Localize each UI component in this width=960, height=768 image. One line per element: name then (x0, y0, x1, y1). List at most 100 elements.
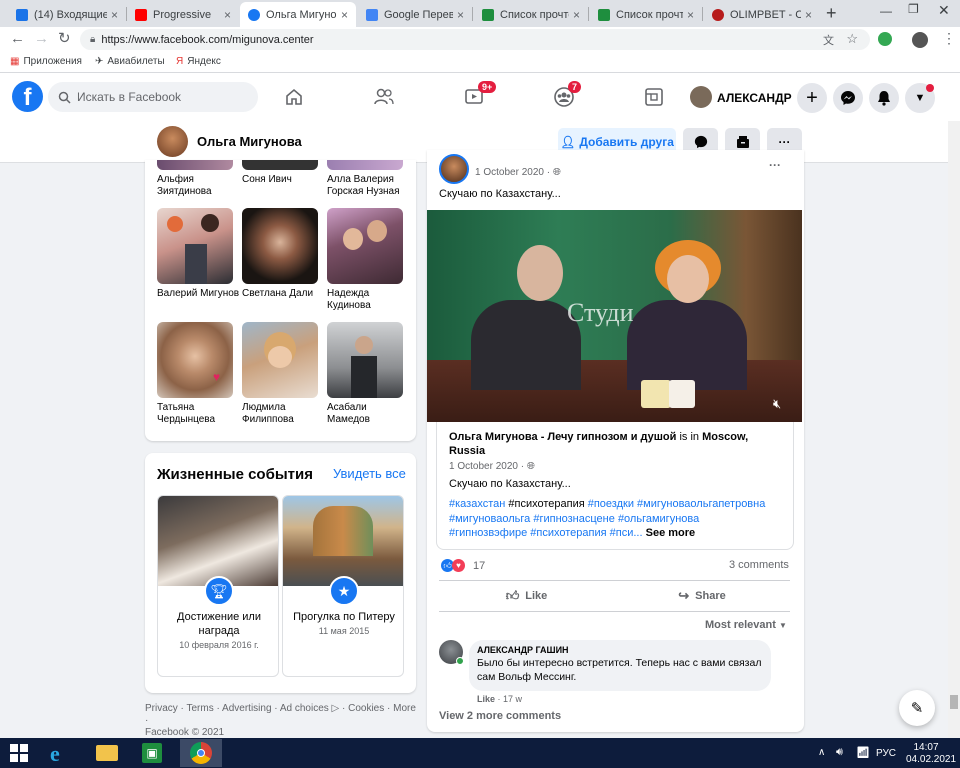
close-icon[interactable]: × (805, 8, 812, 22)
video-caption: Студи (567, 298, 634, 327)
see-more-link[interactable]: See more (646, 527, 696, 539)
shared-post-text: Скучаю по Казахстану... (449, 478, 571, 490)
language-indicator[interactable]: РУС (876, 748, 896, 759)
friend-name[interactable]: Асабали Мамедов (327, 402, 411, 426)
friend-name[interactable]: Соня Ивич (242, 174, 326, 186)
scrollbar-thumb[interactable] (950, 695, 958, 709)
facebook-logo-icon[interactable]: f (12, 81, 43, 112)
friend-photo[interactable] (157, 208, 233, 284)
internet-explorer-icon[interactable]: e (50, 741, 60, 767)
user-name[interactable]: АЛЕКСАНДР (717, 91, 792, 105)
extension-icon[interactable] (878, 32, 892, 46)
url-field[interactable]: 🔒︎ https://www.facebook.com/migunova.cen… (80, 29, 870, 50)
friend-photo[interactable] (327, 160, 403, 170)
comment-author[interactable]: АЛЕКСАНДР ГАШИН (477, 645, 763, 655)
create-button[interactable]: + (797, 83, 827, 113)
browser-tab[interactable]: OLIMPBET - Спо× (704, 2, 820, 27)
profile-avatar[interactable] (912, 32, 928, 48)
page-scrollbar[interactable] (948, 121, 960, 738)
friend-photo[interactable] (242, 208, 318, 284)
search-icon (58, 91, 71, 104)
file-explorer-icon[interactable] (96, 745, 118, 761)
comment-like-button[interactable]: Like (477, 694, 495, 704)
star-icon[interactable]: ☆ (846, 31, 858, 47)
reload-icon[interactable]: ↻ (58, 29, 71, 47)
messenger-button[interactable] (833, 83, 863, 113)
forward-icon[interactable]: → (34, 30, 49, 47)
mute-icon[interactable]: 🔇︎ (773, 396, 781, 412)
clock[interactable]: 14:07 04.02.2021 (906, 742, 956, 766)
groups-badge: 7 (568, 81, 582, 93)
browser-menu-icon[interactable]: ⋮ (942, 30, 956, 47)
network-icon[interactable]: 📶︎ (856, 746, 870, 759)
comment-sort-dropdown[interactable]: Most relevant ▼ (705, 619, 787, 631)
close-icon[interactable]: × (687, 8, 694, 22)
post-date[interactable]: 1 October 2020 · 🌐︎ (475, 167, 561, 178)
close-icon[interactable]: × (457, 8, 464, 22)
bookmark-aviabilety[interactable]: ✈ Авиабилеты (95, 56, 165, 67)
profile-name[interactable]: Ольга Мигунова (197, 134, 302, 149)
new-tab-button[interactable]: + (826, 3, 837, 24)
comment-actions: Like · 17 w (477, 694, 523, 704)
like-button[interactable]: 👍︎ Like (439, 582, 614, 610)
friend-name[interactable]: Людмила Филиппова (242, 402, 326, 426)
translate-page-icon[interactable]: 文 (823, 32, 834, 48)
chevron-down-icon: ▼ (778, 621, 787, 630)
restore-button[interactable]: ❐ (908, 2, 919, 16)
browser-tab-active[interactable]: Ольга Мигунова× (240, 2, 356, 27)
friend-name[interactable]: Валерий Мигунов (157, 288, 241, 300)
home-icon[interactable] (280, 83, 308, 111)
minimize-button[interactable]: — (880, 4, 892, 18)
friend-photo[interactable] (327, 322, 403, 398)
see-all-link[interactable]: Увидеть все (333, 466, 406, 481)
new-message-button[interactable]: ✎ (899, 690, 935, 726)
friends-icon[interactable] (370, 83, 398, 111)
browser-tab[interactable]: Список прочтен× (474, 2, 588, 27)
life-event-tile[interactable]: ★ Прогулка по Питеру 11 мая 2015 (282, 495, 404, 677)
reactions-summary[interactable]: 👍︎ ♥ 17 (441, 559, 485, 572)
close-window-button[interactable]: ✕ (938, 2, 950, 19)
friend-name[interactable]: Татьяна Чердынцева (157, 402, 241, 426)
browser-tab[interactable]: Progressive × (127, 2, 239, 27)
close-icon[interactable]: × (341, 8, 348, 22)
friend-name[interactable]: Алла Валерия Горская Нузная (327, 174, 411, 198)
windows-start-icon[interactable] (10, 744, 28, 765)
browser-tab[interactable]: Google Перевод× (358, 2, 472, 27)
browser-tab[interactable]: Список прочтен× (590, 2, 702, 27)
tray-chevron-icon[interactable]: ∧ (818, 747, 825, 758)
notifications-button[interactable] (869, 83, 899, 113)
post-options-icon[interactable]: ··· (769, 158, 781, 172)
bookmark-yandex[interactable]: Я Яндекс (176, 56, 221, 67)
share-icon: ↪ (678, 588, 690, 603)
view-more-comments-link[interactable]: View 2 more comments (439, 710, 561, 722)
browser-tab[interactable]: (14) Входящие -× (8, 2, 126, 27)
footer-links[interactable]: Privacy · Terms · Advertising · Ad choic… (145, 703, 416, 739)
bookmark-apps[interactable]: ▦ Приложения (10, 56, 82, 67)
friend-name[interactable]: Надежда Кудинова (327, 288, 411, 312)
friend-photo[interactable]: ♥ (157, 322, 233, 398)
back-icon[interactable]: ← (10, 30, 25, 47)
share-button[interactable]: ↪ Share (614, 582, 790, 610)
gaming-icon[interactable] (640, 83, 668, 111)
comments-count[interactable]: 3 comments (729, 559, 789, 571)
chrome-taskbar-button[interactable] (180, 739, 222, 767)
friend-photo[interactable] (327, 208, 403, 284)
close-icon[interactable]: × (224, 8, 231, 22)
post-author-avatar[interactable] (439, 154, 469, 184)
close-icon[interactable]: × (573, 8, 580, 22)
friend-photo[interactable] (242, 160, 318, 170)
bookmarks-bar: ▦ Приложения ✈ Авиабилеты Я Яндекс (0, 53, 960, 73)
post-video[interactable]: Студи 🔇︎ (427, 210, 802, 422)
close-icon[interactable]: × (111, 8, 118, 22)
friend-photo[interactable] (157, 160, 233, 170)
volume-icon[interactable]: 🔊︎ (836, 746, 843, 759)
friend-name[interactable]: Альфия Зиятдинова (157, 174, 241, 198)
friend-photo[interactable] (242, 322, 318, 398)
user-avatar[interactable] (690, 86, 712, 108)
friend-name[interactable]: Светлана Дали (242, 288, 326, 300)
store-icon[interactable]: ▣ (142, 743, 162, 763)
shared-post-date[interactable]: 1 October 2020 · 🌐︎ (449, 461, 535, 472)
search-input[interactable]: Искать в Facebook (48, 82, 258, 112)
life-event-tile[interactable]: 🏆︎ Достижение или награда 10 февраля 201… (157, 495, 279, 677)
profile-avatar[interactable] (157, 126, 188, 157)
